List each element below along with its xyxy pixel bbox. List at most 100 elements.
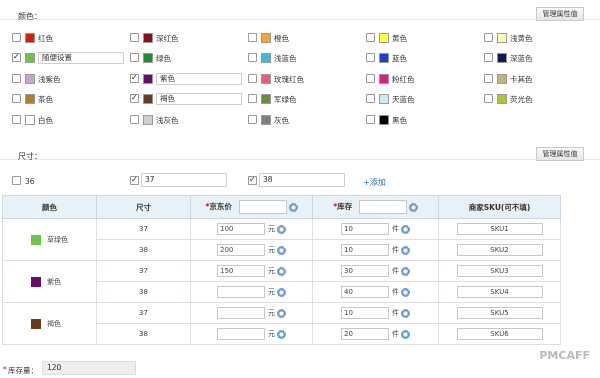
color-swatch[interactable] <box>25 33 35 43</box>
color-label: 橙色 <box>274 34 289 43</box>
color-swatch[interactable] <box>261 53 271 63</box>
color-label: 红色 <box>38 34 53 43</box>
sku-price-input[interactable] <box>217 286 265 298</box>
color-swatch[interactable] <box>497 33 507 43</box>
price-gear-icon[interactable] <box>277 329 286 339</box>
price-gear-icon[interactable] <box>277 245 286 255</box>
color-checkbox[interactable] <box>248 74 257 83</box>
stock-gear-icon[interactable] <box>401 245 410 255</box>
color-custom-name-input[interactable]: 褐色 <box>156 93 242 105</box>
sku-code-input[interactable]: SKU2 <box>456 244 543 256</box>
stock-gear-icon[interactable] <box>401 329 410 339</box>
color-swatch[interactable] <box>143 115 153 125</box>
color-checkbox[interactable] <box>248 53 257 62</box>
color-swatch[interactable] <box>143 53 153 63</box>
color-swatch[interactable] <box>261 94 271 104</box>
batch-stock-input[interactable] <box>358 200 407 214</box>
color-checkbox[interactable] <box>366 94 375 103</box>
color-custom-name-input[interactable]: 紫色 <box>156 73 242 85</box>
sku-price-input[interactable]: 200 <box>217 244 265 256</box>
price-gear-icon[interactable] <box>277 308 286 318</box>
price-gear-icon[interactable] <box>277 287 286 297</box>
sku-code-input[interactable]: SKU5 <box>456 307 543 319</box>
size-checkbox[interactable] <box>12 176 21 185</box>
stock-unit: 件 <box>392 225 399 233</box>
sku-code-input[interactable]: SKU6 <box>456 328 543 340</box>
size-checkbox[interactable] <box>248 174 257 186</box>
batch-price-gear-icon[interactable] <box>288 202 298 212</box>
color-checkbox[interactable] <box>12 51 21 63</box>
sku-price-input[interactable]: 150 <box>217 265 265 277</box>
color-checkbox[interactable] <box>12 94 21 103</box>
stock-gear-icon[interactable] <box>401 224 410 234</box>
color-checkbox[interactable] <box>130 72 139 84</box>
batch-stock-gear-icon[interactable] <box>408 202 418 212</box>
color-swatch[interactable] <box>25 53 35 63</box>
color-swatch[interactable] <box>25 74 35 84</box>
color-swatch[interactable] <box>379 74 389 84</box>
color-checkbox[interactable] <box>248 94 257 103</box>
sku-stock-input[interactable]: 40 <box>341 286 389 298</box>
size-custom-input[interactable]: 38 <box>259 173 345 187</box>
stock-gear-icon[interactable] <box>401 308 410 318</box>
manage-size-values-button[interactable]: 管理属性值 <box>536 147 584 161</box>
sku-price-input[interactable] <box>217 307 265 319</box>
sku-price-input[interactable]: 100 <box>217 223 265 235</box>
stock-gear-icon[interactable] <box>401 287 410 297</box>
color-swatch[interactable] <box>379 53 389 63</box>
header-size: 尺寸 <box>96 195 191 219</box>
color-checkbox[interactable] <box>130 53 139 62</box>
price-unit: 元 <box>268 330 275 338</box>
color-swatch[interactable] <box>143 33 153 43</box>
stock-gear-icon[interactable] <box>401 266 410 276</box>
color-swatch[interactable] <box>379 115 389 125</box>
color-checkbox[interactable] <box>248 33 257 42</box>
color-swatch[interactable] <box>497 94 507 104</box>
color-checkbox[interactable] <box>366 33 375 42</box>
sku-stock-input[interactable]: 10 <box>341 307 389 319</box>
sku-stock-input[interactable]: 30 <box>341 265 389 277</box>
color-checkbox[interactable] <box>130 33 139 42</box>
batch-price-input[interactable] <box>238 200 287 214</box>
add-size-link[interactable]: +添加 <box>363 177 386 188</box>
color-swatch[interactable] <box>379 33 389 43</box>
color-swatch[interactable] <box>261 33 271 43</box>
color-swatch[interactable] <box>25 115 35 125</box>
sku-code-input[interactable]: SKU4 <box>456 286 543 298</box>
size-custom-input[interactable]: 37 <box>141 173 227 187</box>
sku-code-input[interactable]: SKU1 <box>456 223 543 235</box>
color-swatch[interactable] <box>497 53 507 63</box>
color-checkbox[interactable] <box>484 33 493 42</box>
size-checkbox[interactable] <box>130 174 139 186</box>
color-checkbox[interactable] <box>12 33 21 42</box>
color-swatch[interactable] <box>25 94 35 104</box>
color-swatch[interactable] <box>261 115 271 125</box>
sku-stock-input[interactable]: 20 <box>341 328 389 340</box>
color-checkbox[interactable] <box>12 74 21 83</box>
color-swatch[interactable] <box>143 94 153 104</box>
color-checkbox[interactable] <box>248 115 257 124</box>
color-swatch[interactable] <box>261 74 271 84</box>
stock-total-label: 库存量： <box>8 366 38 375</box>
color-swatch[interactable] <box>143 74 153 84</box>
color-checkbox[interactable] <box>484 94 493 103</box>
color-checkbox[interactable] <box>366 115 375 124</box>
color-custom-name-input[interactable]: 随便设置 <box>38 52 124 64</box>
stock-unit: 件 <box>392 330 399 338</box>
color-swatch[interactable] <box>497 74 507 84</box>
sku-price-input[interactable] <box>217 328 265 340</box>
color-checkbox[interactable] <box>12 115 21 124</box>
sku-stock-input[interactable]: 10 <box>341 244 389 256</box>
sku-stock-input[interactable]: 10 <box>341 223 389 235</box>
color-swatch[interactable] <box>379 94 389 104</box>
manage-color-values-button[interactable]: 管理属性值 <box>536 7 584 21</box>
color-checkbox[interactable] <box>484 74 493 83</box>
color-checkbox[interactable] <box>130 92 139 104</box>
price-gear-icon[interactable] <box>277 266 286 276</box>
color-checkbox[interactable] <box>484 53 493 62</box>
color-checkbox[interactable] <box>366 74 375 83</box>
price-gear-icon[interactable] <box>277 224 286 234</box>
color-checkbox[interactable] <box>130 115 139 124</box>
color-checkbox[interactable] <box>366 53 375 62</box>
sku-code-input[interactable]: SKU3 <box>456 265 543 277</box>
